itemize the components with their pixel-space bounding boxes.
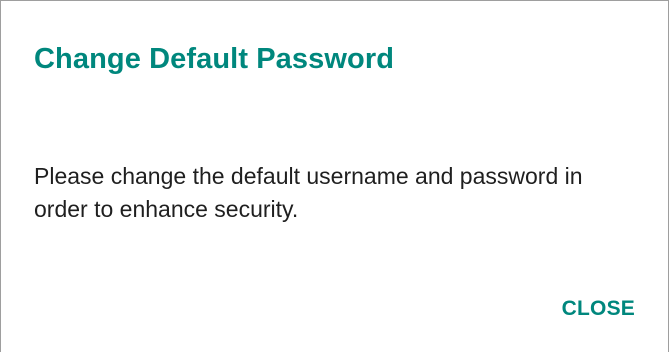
change-password-dialog: Change Default Password Please change th… — [0, 0, 669, 352]
dialog-message: Please change the default username and p… — [34, 163, 583, 222]
dialog-title: Change Default Password — [34, 43, 395, 75]
close-button[interactable]: CLOSE — [554, 293, 643, 325]
